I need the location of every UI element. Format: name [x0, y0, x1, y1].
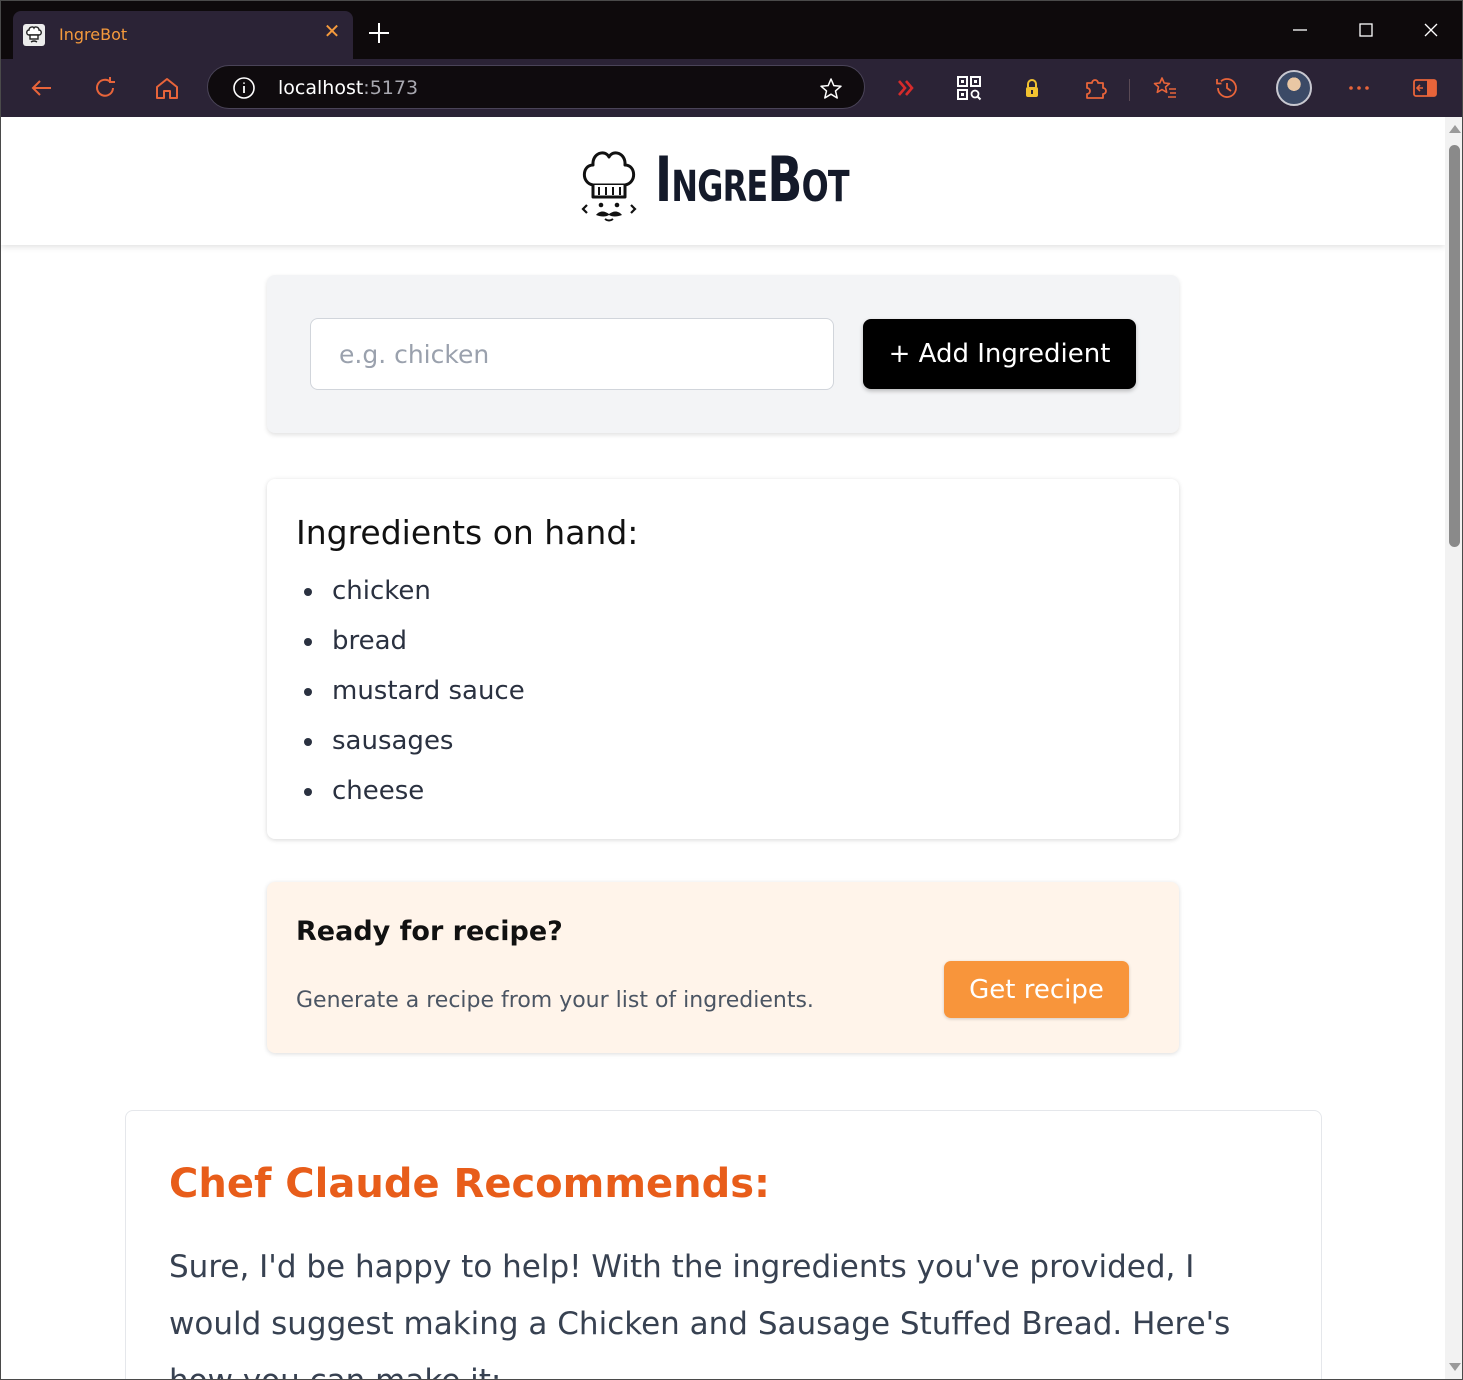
ingredient-item: sausages — [296, 721, 525, 771]
site-info-icon[interactable] — [232, 76, 256, 100]
ingredients-panel: Ingredients on hand: chicken bread musta… — [267, 479, 1179, 839]
browser-tab-ingrebot[interactable]: IngreBot ✕ — [13, 11, 353, 59]
browser-toolbar: localhost:5173 — [1, 59, 1462, 117]
scroll-up-arrow-icon[interactable] — [1449, 125, 1461, 133]
ingredient-input[interactable] — [310, 318, 834, 390]
recommendation-body: Sure, I'd be happy to help! With the ing… — [169, 1249, 1231, 1379]
favorite-star-icon[interactable] — [818, 76, 844, 102]
get-recipe-button[interactable]: Get recipe — [944, 961, 1129, 1018]
recommendation-title: Chef Claude Recommends: — [169, 1161, 771, 1207]
get-recipe-panel: Ready for recipe? Generate a recipe from… — [267, 882, 1179, 1053]
site-header: IngreBot — [1, 117, 1445, 245]
ingredient-item: mustard sauce — [296, 671, 525, 721]
maximize-icon[interactable] — [1351, 15, 1381, 45]
close-window-icon[interactable] — [1416, 15, 1446, 45]
ingredient-item: cheese — [296, 771, 525, 821]
browser-titlebar: IngreBot ✕ — [1, 1, 1462, 59]
add-ingredient-form: + Add Ingredient — [267, 275, 1179, 433]
page-scrollbar[interactable] — [1445, 117, 1462, 1379]
double-chevron-right-icon[interactable] — [891, 73, 921, 103]
url-host: localhost — [278, 77, 364, 99]
lock-extension-icon[interactable] — [1017, 73, 1047, 103]
chef-hat-favicon-icon — [23, 24, 45, 46]
back-arrow-icon[interactable] — [27, 73, 57, 103]
logo-text: IngreBot — [655, 143, 850, 216]
page-viewport: IngreBot + Add Ingredient Ingredients on… — [1, 117, 1445, 1379]
tab-close-icon[interactable]: ✕ — [321, 21, 343, 43]
url-port: :5173 — [363, 77, 419, 99]
recommendation-panel: Chef Claude Recommends: Sure, I'd be hap… — [125, 1110, 1322, 1379]
reload-icon[interactable] — [90, 73, 120, 103]
ingredients-title: Ingredients on hand: — [296, 513, 639, 552]
chef-hat-logo-icon — [579, 147, 639, 223]
new-tab-icon[interactable] — [365, 19, 393, 47]
ready-title: Ready for recipe? — [296, 916, 563, 947]
extensions-puzzle-icon[interactable] — [1080, 73, 1110, 103]
browser-window: IngreBot ✕ localhost:5173 IngreBot e.g. … — [0, 0, 1463, 1380]
minimize-icon[interactable] — [1285, 15, 1315, 45]
home-icon[interactable] — [152, 73, 182, 103]
address-bar[interactable]: localhost:5173 — [207, 65, 865, 109]
ready-subtitle: Generate a recipe from your list of ingr… — [296, 988, 814, 1013]
sidebar-toggle-icon[interactable] — [1410, 73, 1440, 103]
toolbar-separator — [1129, 79, 1130, 101]
profile-avatar[interactable] — [1276, 70, 1312, 106]
logo-wordmark: IngreBot — [655, 143, 850, 216]
scroll-thumb[interactable] — [1449, 145, 1460, 547]
favorites-list-icon[interactable] — [1150, 73, 1180, 103]
ingredient-item: bread — [296, 621, 525, 671]
scroll-down-arrow-icon[interactable] — [1449, 1363, 1461, 1371]
history-clock-icon[interactable] — [1212, 73, 1242, 103]
more-options-icon[interactable] — [1344, 73, 1374, 103]
url-text: localhost:5173 — [278, 77, 418, 99]
add-ingredient-button[interactable]: + Add Ingredient — [863, 319, 1136, 389]
ingredient-item: chicken — [296, 571, 525, 621]
tab-title: IngreBot — [59, 25, 128, 44]
ingredients-list: chicken bread mustard sauce sausages che… — [296, 571, 525, 821]
qr-code-icon[interactable] — [954, 73, 984, 103]
